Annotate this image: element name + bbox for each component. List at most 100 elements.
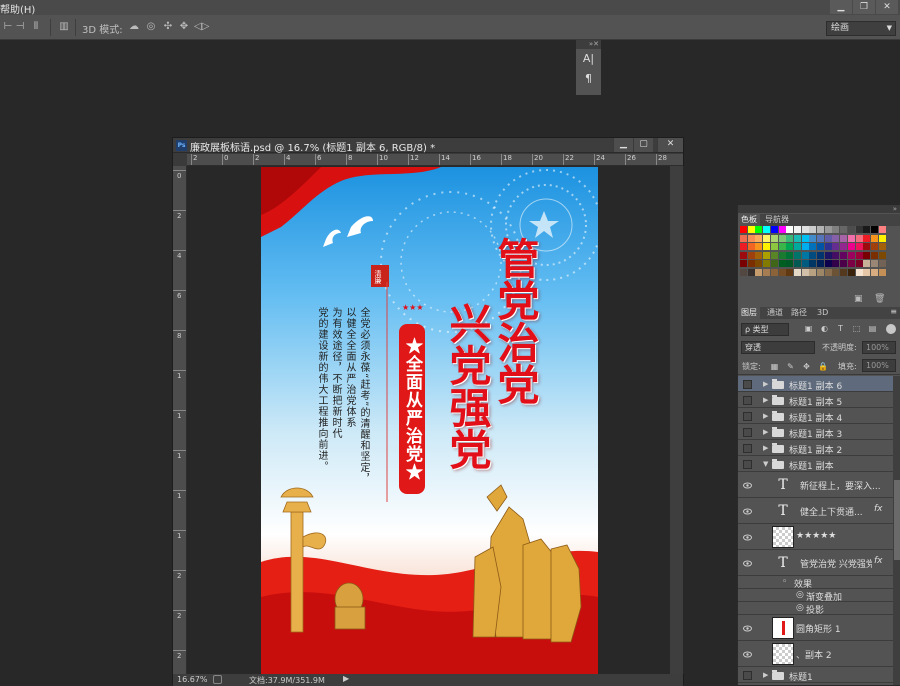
color-swatch[interactable]	[855, 234, 863, 242]
3d-scale-icon[interactable]: ◁▷	[194, 21, 209, 33]
color-swatch[interactable]	[855, 251, 863, 259]
color-swatch[interactable]	[832, 268, 840, 276]
color-swatch[interactable]	[809, 226, 817, 233]
color-swatch[interactable]	[847, 268, 855, 276]
color-swatch[interactable]	[847, 251, 855, 259]
color-swatch[interactable]	[870, 260, 878, 267]
color-swatch[interactable]	[755, 251, 763, 259]
color-swatch[interactable]	[770, 260, 778, 267]
color-swatch[interactable]	[878, 268, 886, 276]
fx-badge[interactable]: fx	[874, 556, 883, 566]
layer-row[interactable]: 渐变叠加 ◎	[738, 589, 893, 603]
color-swatch[interactable]	[740, 234, 747, 242]
color-swatch[interactable]	[847, 226, 855, 233]
layer-row[interactable]: ▼ 标题1 副本	[738, 456, 893, 472]
color-swatch[interactable]	[840, 260, 848, 267]
color-swatch[interactable]	[747, 226, 755, 233]
color-swatch[interactable]	[832, 234, 840, 242]
color-swatch[interactable]	[870, 268, 878, 276]
dock-collapse-icon[interactable]: »	[738, 205, 900, 213]
color-swatch[interactable]	[863, 268, 871, 276]
layer-row[interactable]: ★★★★★	[738, 524, 893, 550]
auto-align-icon[interactable]: ▥	[58, 21, 70, 33]
color-swatch[interactable]	[755, 243, 763, 250]
doc-close-icon[interactable]: ✕	[657, 138, 683, 152]
filter-toggle-icon[interactable]	[886, 324, 896, 334]
color-swatch[interactable]	[870, 234, 878, 242]
visibility-toggle[interactable]	[743, 427, 752, 437]
color-swatch[interactable]	[878, 234, 886, 242]
chevron-right-icon[interactable]: ▶	[763, 671, 768, 679]
visibility-toggle[interactable]	[743, 395, 752, 405]
color-swatch[interactable]	[763, 268, 771, 276]
color-swatch[interactable]	[747, 260, 755, 267]
color-swatch[interactable]	[855, 268, 863, 276]
color-swatch[interactable]	[863, 251, 871, 259]
minimize-icon[interactable]: ▁	[830, 0, 852, 14]
layer-row[interactable]: ▶ 标题1 副本 4	[738, 408, 893, 424]
ruler-horizontal[interactable]: 2 0 2 4 6 8 10 12 14 16 18 20 22 24 26 28	[187, 154, 683, 166]
eye-icon[interactable]	[743, 533, 752, 542]
color-swatch[interactable]	[740, 260, 747, 267]
new-swatch-icon[interactable]: ▣	[854, 294, 863, 304]
paragraph-icon[interactable]: ¶	[576, 69, 601, 89]
color-swatch[interactable]	[840, 251, 848, 259]
layer-row[interactable]: T 新征程上，要深入...	[738, 472, 893, 498]
layer-row[interactable]: ▶ 标题1 副本 5	[738, 392, 893, 408]
color-swatch[interactable]	[817, 243, 824, 250]
color-swatch[interactable]	[755, 268, 763, 276]
color-swatch[interactable]	[778, 234, 786, 242]
character-icon[interactable]: A|	[576, 49, 601, 69]
ruler-vertical[interactable]: 0 2 4 6 8 1 1 1 1 1 2 2 2	[173, 166, 187, 674]
chevron-right-icon[interactable]: ▶	[763, 396, 768, 404]
tab-layers[interactable]: 图层	[738, 307, 760, 319]
layer-row[interactable]: 效果 ◦	[738, 576, 893, 590]
color-swatch[interactable]	[801, 251, 809, 259]
fx-badge[interactable]: fx	[874, 504, 883, 514]
color-swatch[interactable]	[855, 226, 863, 233]
color-swatch[interactable]	[863, 260, 871, 267]
chevron-right-icon[interactable]: ▶	[763, 380, 768, 388]
color-swatch[interactable]	[878, 226, 886, 233]
color-swatch[interactable]	[755, 260, 763, 267]
color-swatch[interactable]	[832, 243, 840, 250]
color-swatch[interactable]	[755, 234, 763, 242]
close-icon[interactable]: ✕	[876, 0, 898, 14]
effect-eye-icon[interactable]: ◎	[796, 603, 804, 613]
zoom-level[interactable]: 16.67%	[177, 675, 208, 684]
layers-scrollbar[interactable]	[893, 376, 900, 685]
chevron-right-icon[interactable]: ▶	[763, 412, 768, 420]
color-swatch[interactable]	[786, 268, 794, 276]
layers-scroll-thumb[interactable]	[894, 480, 900, 560]
lock-brush-icon[interactable]: ✎	[786, 362, 795, 371]
status-arrow-icon[interactable]: ▶	[343, 674, 349, 683]
color-swatch[interactable]	[878, 243, 886, 250]
visibility-toggle[interactable]	[743, 411, 752, 421]
color-swatch[interactable]	[824, 260, 832, 267]
color-swatch[interactable]	[740, 226, 747, 233]
chevron-right-icon[interactable]: ▶	[763, 444, 768, 452]
chevron-down-icon[interactable]: ▼	[763, 460, 768, 468]
eye-icon[interactable]	[743, 559, 752, 568]
panel-menu-icon[interactable]: ≡	[890, 307, 897, 316]
eye-icon[interactable]	[743, 650, 752, 659]
color-swatch[interactable]	[793, 234, 801, 242]
distribute-icon[interactable]: ⫴	[30, 21, 42, 33]
layer-row[interactable]: ▶ 标题1 副本 3	[738, 424, 893, 440]
color-swatch[interactable]	[801, 260, 809, 267]
color-swatch[interactable]	[847, 260, 855, 267]
layer-row[interactable]: ▶ 标题1 副本 2	[738, 440, 893, 456]
tab-3d[interactable]: 3D	[814, 307, 831, 319]
fill-input[interactable]: 100%	[862, 359, 896, 372]
color-swatch[interactable]	[832, 226, 840, 233]
kind-filter-select[interactable]: ρ 类型	[741, 323, 789, 336]
color-swatch[interactable]	[747, 251, 755, 259]
chevron-right-icon[interactable]: ▶	[763, 428, 768, 436]
filter-pixel-icon[interactable]: ▣	[804, 324, 813, 333]
color-swatch[interactable]	[770, 251, 778, 259]
color-swatch[interactable]	[817, 226, 824, 233]
3d-orbit-icon[interactable]: ☁	[128, 21, 140, 33]
color-swatch[interactable]	[870, 251, 878, 259]
visibility-toggle[interactable]	[743, 443, 752, 453]
color-swatch[interactable]	[840, 226, 848, 233]
